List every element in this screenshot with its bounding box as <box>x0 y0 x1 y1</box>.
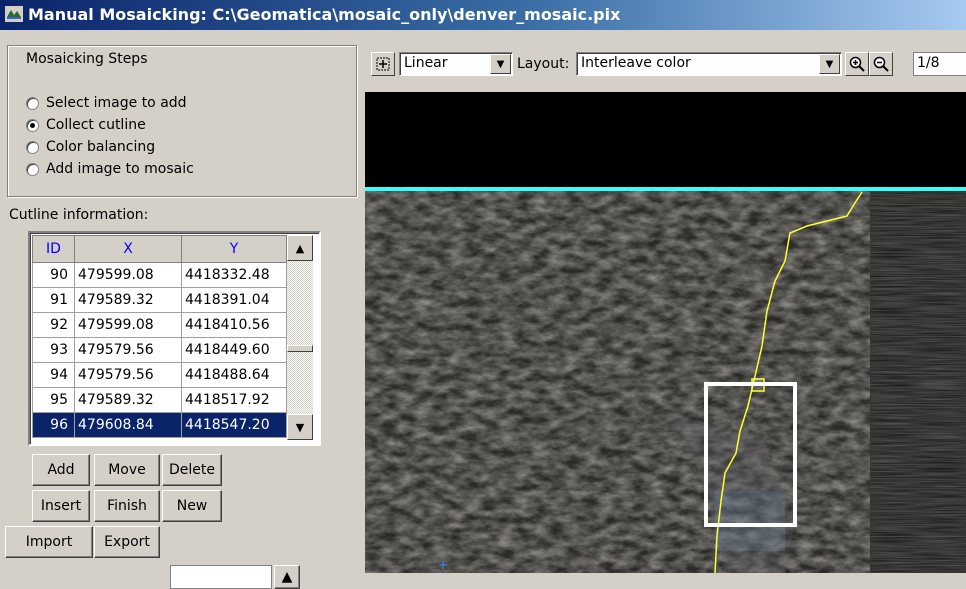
table-row[interactable]: 91 479589.32 4418391.04 <box>32 287 287 313</box>
scroll-thumb[interactable] <box>287 345 313 352</box>
layout-select[interactable]: Interleave color ▼ <box>576 52 842 76</box>
spin-up-icon[interactable]: ▲ <box>274 565 300 589</box>
table-row-selected[interactable]: 96 479608.84 4418547.20 <box>32 412 287 438</box>
title-bar: Manual Mosaicking: C:\Geomatica\mosaic_o… <box>0 0 966 30</box>
viewer-toolbar: Linear ▼ Layout: Interleave color ▼ 1/8 <box>365 30 966 92</box>
cutline-scrollbar[interactable]: ▲ ▼ <box>287 235 313 440</box>
column-header-x[interactable]: X <box>74 235 182 263</box>
radio-dot <box>26 140 39 154</box>
layout-label: Layout: <box>517 56 570 72</box>
table-row[interactable]: 92 479599.08 4418410.56 <box>32 312 287 338</box>
column-header-y[interactable]: Y <box>181 235 287 263</box>
table-row[interactable]: 95 479589.32 4418517.92 <box>32 387 287 413</box>
zoom-out-icon[interactable] <box>869 52 893 76</box>
radio-collect-cutline[interactable]: Collect cutline <box>26 116 146 134</box>
app-icon <box>5 6 23 22</box>
viewer-panel: Linear ▼ Layout: Interleave color ▼ 1/8 <box>365 30 966 573</box>
table-row[interactable]: 93 479579.56 4418449.60 <box>32 337 287 363</box>
insert-button[interactable]: Insert <box>32 490 90 522</box>
radio-dot-selected <box>26 118 39 132</box>
move-button[interactable]: Move <box>94 454 160 486</box>
radio-dot <box>26 96 39 110</box>
cutline-grid: ID X Y 90 479599.08 4418332.48 91 479589.32… <box>32 235 287 438</box>
urban-area <box>715 491 785 551</box>
scroll-down-icon[interactable]: ▼ <box>287 414 313 440</box>
value-field[interactable] <box>170 565 272 589</box>
radio-dot <box>26 162 39 176</box>
dropdown-arrow-icon[interactable]: ▼ <box>819 54 840 74</box>
export-button[interactable]: Export <box>94 526 160 558</box>
radio-color-balancing[interactable]: Color balancing <box>26 138 155 156</box>
import-button[interactable]: Import <box>5 526 93 558</box>
radio-select-image[interactable]: Select image to add <box>26 94 187 112</box>
delete-button[interactable]: Delete <box>162 454 222 486</box>
table-row[interactable]: 94 479579.56 4418488.64 <box>32 362 287 388</box>
window-title: Manual Mosaicking: C:\Geomatica\mosaic_o… <box>28 5 621 24</box>
radio-add-image-to-mosaic[interactable]: Add image to mosaic <box>26 160 194 178</box>
add-button[interactable]: Add <box>32 454 90 486</box>
mosaicking-steps-legend: Mosaicking Steps <box>24 51 150 67</box>
scroll-up-icon[interactable]: ▲ <box>287 235 313 261</box>
finish-button[interactable]: Finish <box>94 490 160 522</box>
mosaicking-steps-group: Mosaicking Steps Select image to add Col… <box>7 45 357 197</box>
column-header-id[interactable]: ID <box>32 235 75 263</box>
adjacent-image-texture <box>870 191 966 573</box>
stretch-select[interactable]: Linear ▼ <box>399 52 513 76</box>
dropdown-arrow-icon[interactable]: ▼ <box>490 54 511 74</box>
crosshair-marker: + <box>438 558 448 572</box>
pan-icon[interactable] <box>371 52 395 76</box>
table-row[interactable]: 90 479599.08 4418332.48 <box>32 262 287 288</box>
zoom-level-field[interactable]: 1/8 <box>913 52 966 76</box>
cutline-table[interactable]: ID X Y 90 479599.08 4418332.48 91 479589.32… <box>28 231 321 446</box>
image-viewer[interactable]: + <box>365 92 966 573</box>
cutline-information-label: Cutline information: <box>9 207 149 223</box>
zoom-in-icon[interactable] <box>845 52 869 76</box>
left-panel: Mosaicking Steps Select image to add Col… <box>0 30 365 589</box>
new-button[interactable]: New <box>162 490 222 522</box>
satellite-image[interactable]: + <box>365 191 966 573</box>
